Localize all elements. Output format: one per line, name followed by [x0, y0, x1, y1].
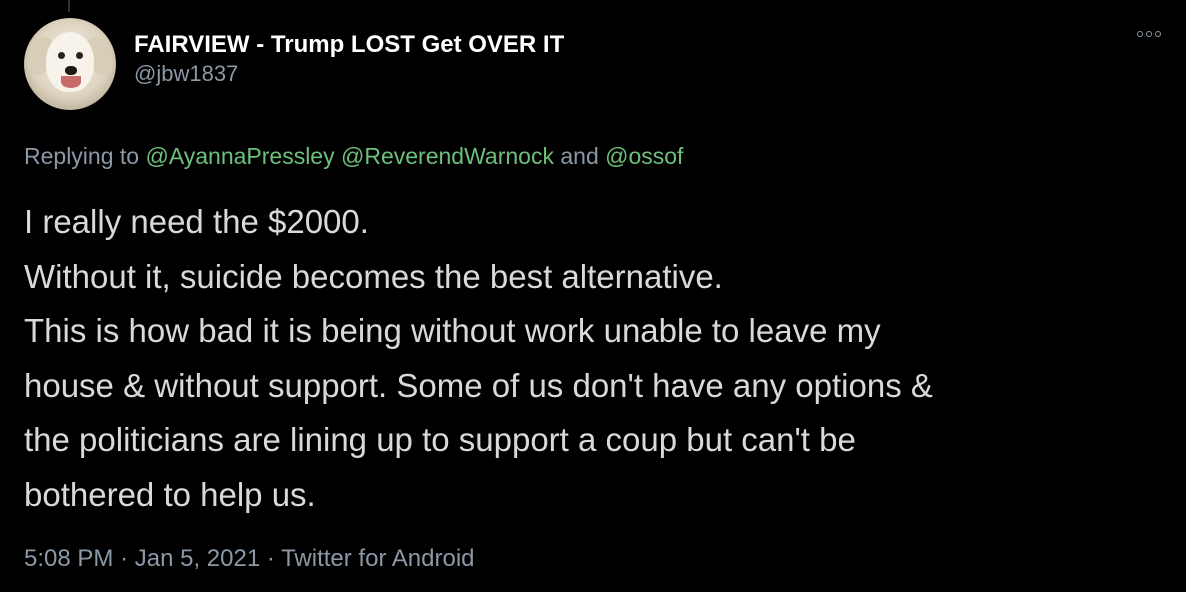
avatar[interactable]: [24, 18, 116, 110]
avatar-dog-eye-right: [76, 52, 83, 59]
replying-to: Replying to @AyannaPressley @ReverendWar…: [24, 141, 683, 171]
avatar-dog-mouth: [61, 76, 81, 88]
more-dot: [1137, 31, 1143, 37]
tweet-metadata: 5:08 PM · Jan 5, 2021 · Twitter for Andr…: [24, 543, 475, 575]
tweet-text-line: house & without support. Some of us don'…: [24, 366, 933, 404]
tweet-text-line: bothered to help us.: [24, 475, 316, 513]
avatar-dog-nose: [65, 66, 77, 75]
display-name[interactable]: FAIRVIEW - Trump LOST Get OVER IT: [134, 31, 564, 59]
tweet-header: FAIRVIEW - Trump LOST Get OVER IT @jbw18…: [24, 18, 1164, 110]
avatar-dog-eye-left: [58, 52, 65, 59]
meta-separator: ·: [266, 545, 275, 572]
tweet: FAIRVIEW - Trump LOST Get OVER IT @jbw18…: [24, 18, 1166, 572]
tweet-text: I really need the $2000. Without it, sui…: [24, 195, 1164, 522]
author-names: FAIRVIEW - Trump LOST Get OVER IT @jbw18…: [134, 18, 564, 89]
tweet-text-line: This is how bad it is being without work…: [24, 312, 881, 349]
thread-connector-line: [68, 0, 70, 12]
replying-prefix: Replying to: [24, 143, 140, 169]
mention-reverendwarnock[interactable]: @ReverendWarnock: [341, 143, 554, 169]
tweet-text-line: Without it, suicide becomes the best alt…: [24, 257, 723, 295]
replying-and: and: [560, 143, 599, 169]
mention-ossof[interactable]: @ossof: [605, 143, 683, 169]
tweet-text-line: I really need the $2000.: [24, 203, 369, 240]
user-handle[interactable]: @jbw1837: [134, 59, 564, 89]
tweet-time[interactable]: 5:08 PM: [24, 545, 113, 572]
tweet-text-line: the politicians are lining up to support…: [24, 421, 856, 458]
tweet-source[interactable]: Twitter for Android: [281, 545, 474, 572]
tweet-date[interactable]: Jan 5, 2021: [135, 545, 260, 572]
more-dot: [1146, 31, 1152, 37]
meta-separator: ·: [120, 545, 129, 572]
mention-ayannapressley[interactable]: @AyannaPressley: [145, 143, 334, 169]
more-horizontal-icon[interactable]: [1132, 22, 1166, 46]
more-dot: [1155, 31, 1161, 37]
